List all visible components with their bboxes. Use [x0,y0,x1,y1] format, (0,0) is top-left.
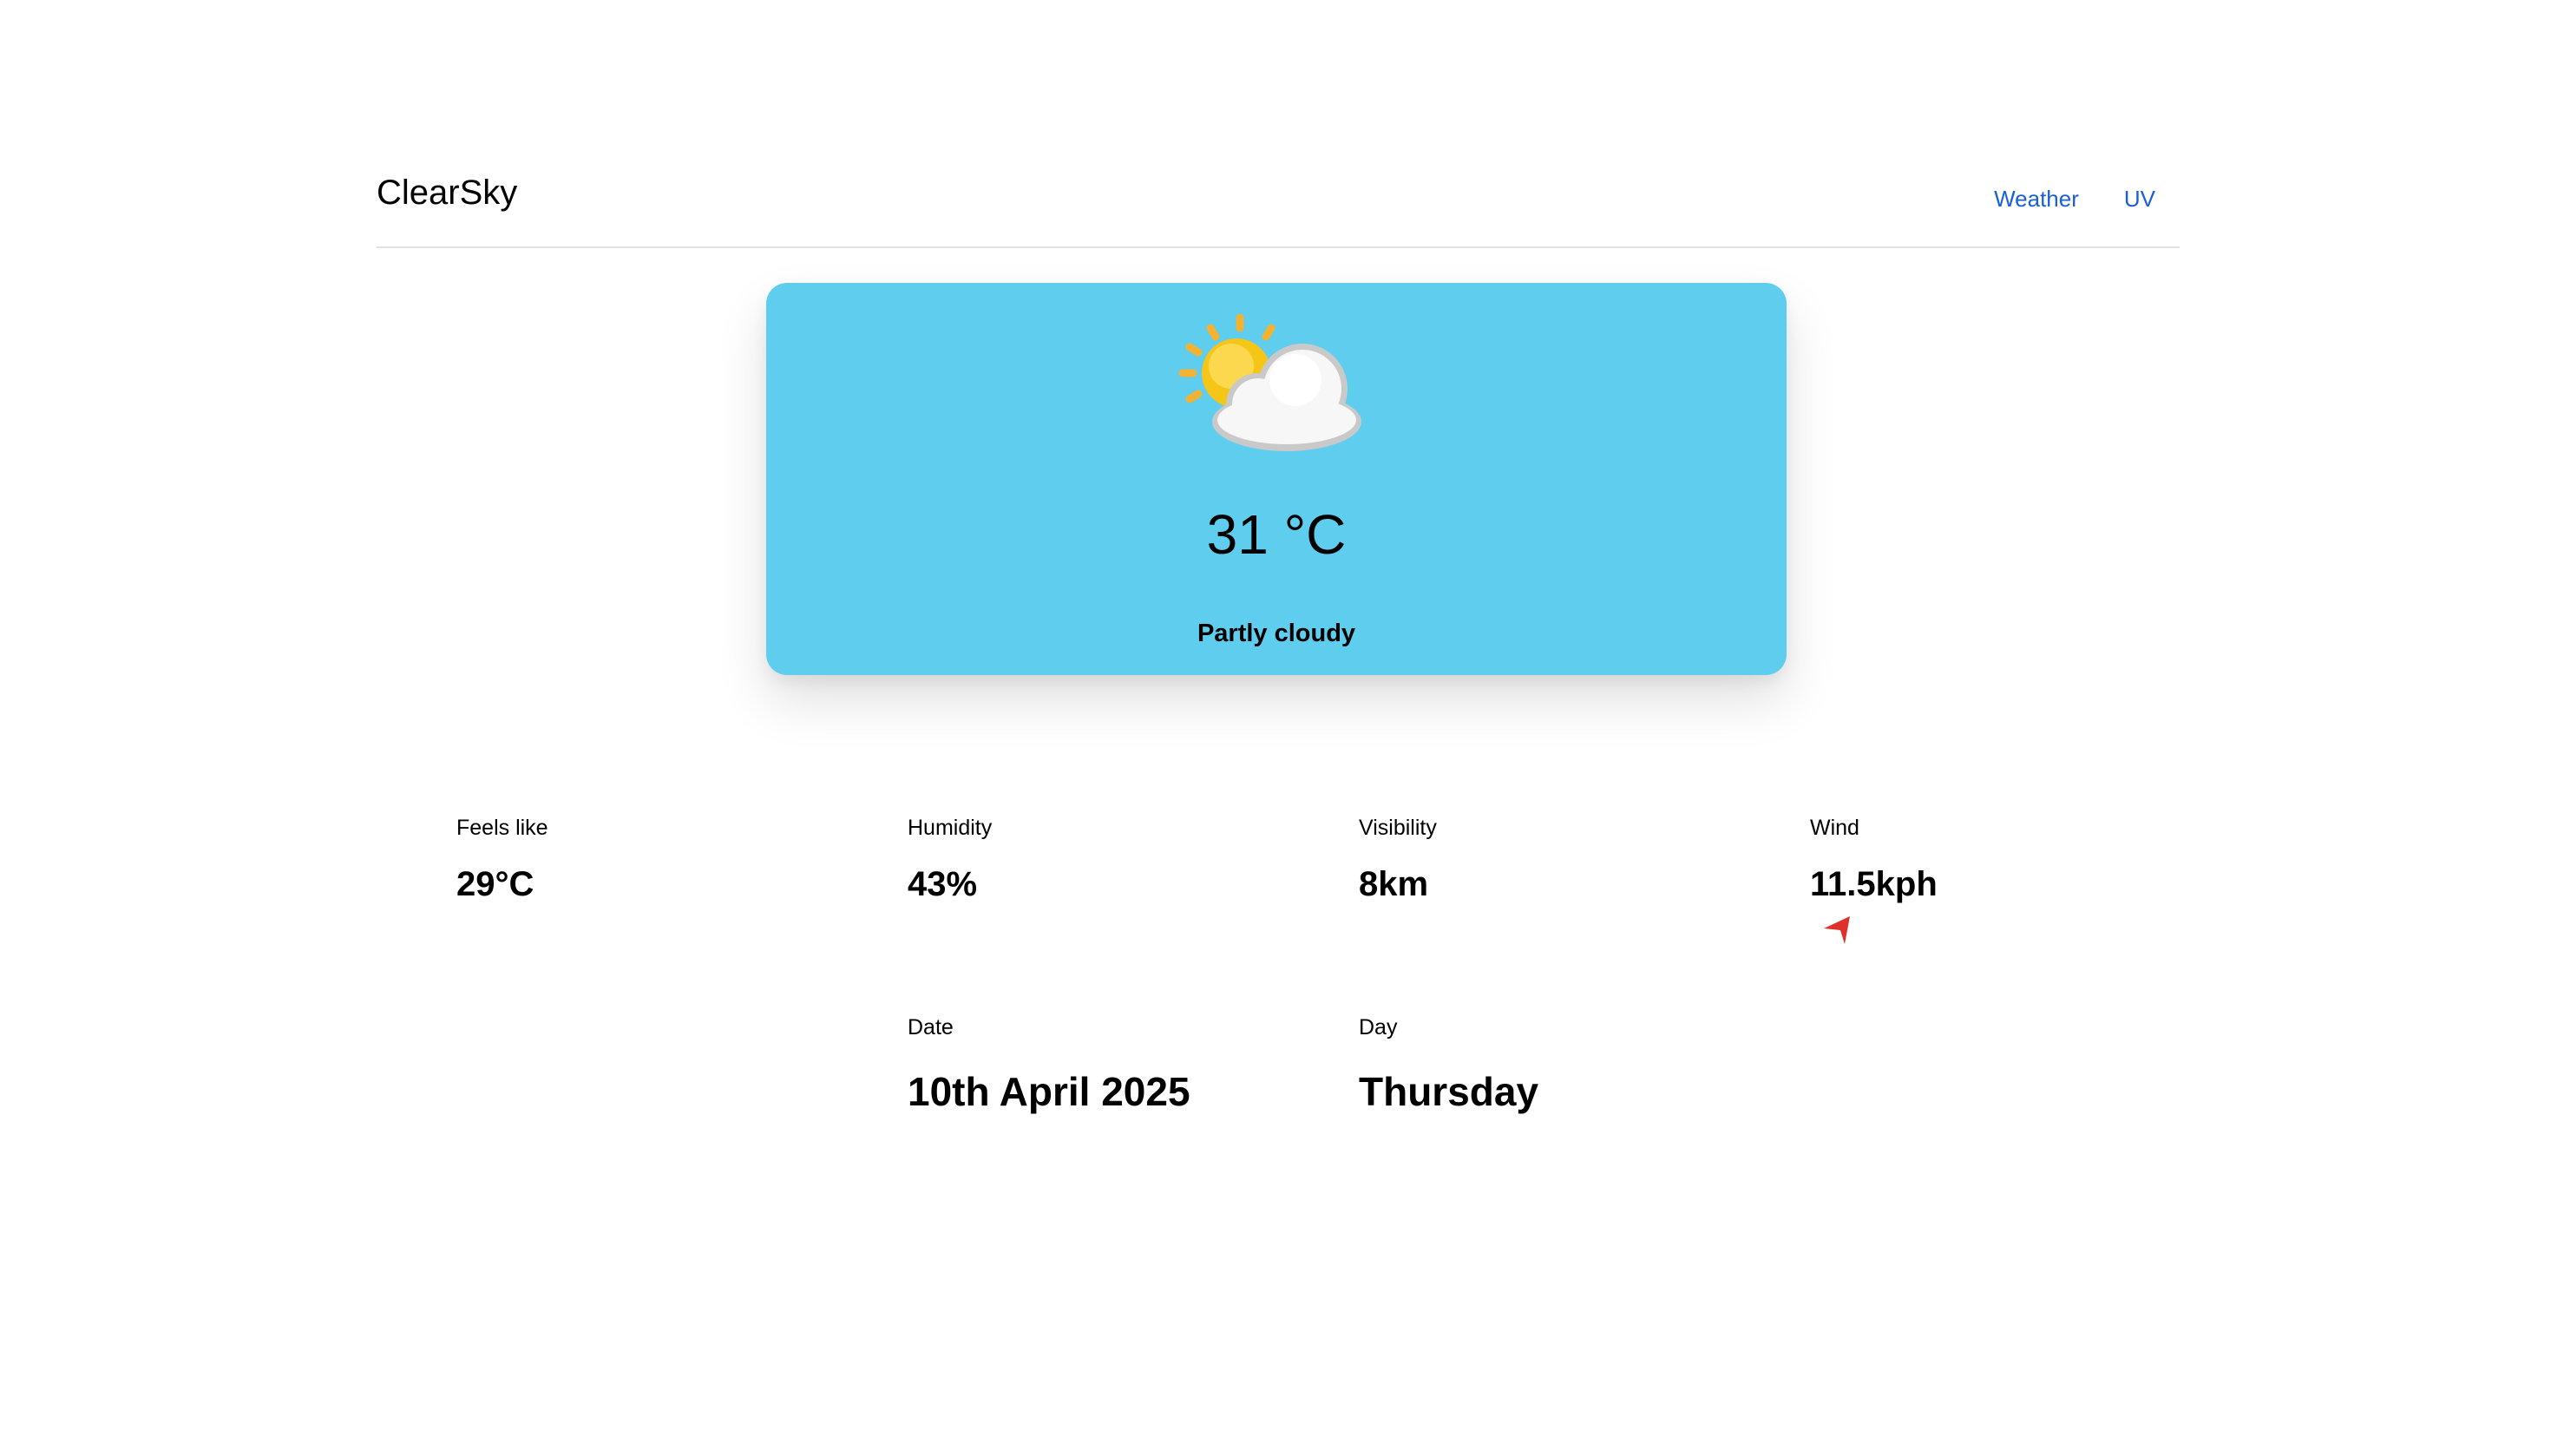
stat-visibility: Visibility 8km [1359,817,1437,902]
stat-feels-like: Feels like 29°C [456,817,548,902]
info-label: Day [1359,1015,1398,1040]
current-weather-card: 31 °C Partly cloudy [766,283,1787,675]
nav-link-weather[interactable]: Weather [1994,187,2079,210]
stat-label: Humidity [908,816,993,840]
stat-value: 43% [908,865,978,903]
info-label: Date [908,1015,954,1040]
partly-cloudy-icon [1178,313,1361,451]
current-temperature: 31 °C [1206,503,1347,566]
stat-humidity: Humidity 43% [908,817,992,902]
info-value: 10th April 2025 [908,1069,1190,1114]
nav-link-uv[interactable]: UV [2124,187,2155,210]
main-nav: Weather UV [1994,187,2155,210]
stat-value: 11.5kph [1810,865,1938,903]
info-value: Thursday [1359,1069,1539,1114]
brand-logo-text[interactable]: ClearSky [377,175,517,210]
weather-page: ClearSky Weather UV 31 °C Partly cloudy … [0,0,2551,1456]
info-date: Date 10th April 2025 [908,1017,1190,1112]
stat-label: Visibility [1359,816,1437,840]
weather-condition: Partly cloudy [1197,620,1356,647]
stat-value: 29°C [456,865,534,903]
stat-value: 8km [1359,865,1429,903]
stat-wind: Wind 11.5kph [1810,817,1938,902]
stat-label: Feels like [456,816,548,840]
stat-label: Wind [1810,816,1859,840]
info-day: Day Thursday [1359,1017,1538,1112]
wind-direction-icon [1824,916,1850,944]
top-navbar: ClearSky Weather UV [377,165,2180,248]
